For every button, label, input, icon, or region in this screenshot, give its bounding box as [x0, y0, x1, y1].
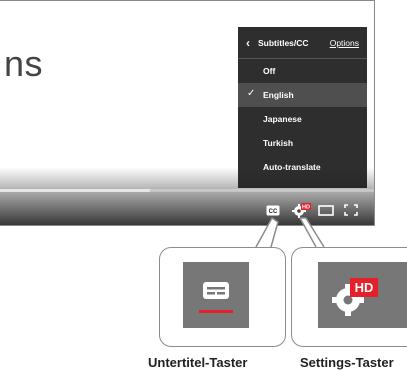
settings-button-label: Settings-Taster — [300, 355, 394, 370]
svg-text:HD: HD — [355, 280, 374, 295]
subtitles-button-label: Untertitel-Taster — [148, 355, 248, 370]
settings-zoom-icon: HD — [332, 278, 378, 316]
subtitles-zoom-tile — [183, 262, 249, 328]
settings-zoom-tile: HD — [318, 262, 407, 328]
subtitles-zoom-icon — [199, 282, 233, 313]
